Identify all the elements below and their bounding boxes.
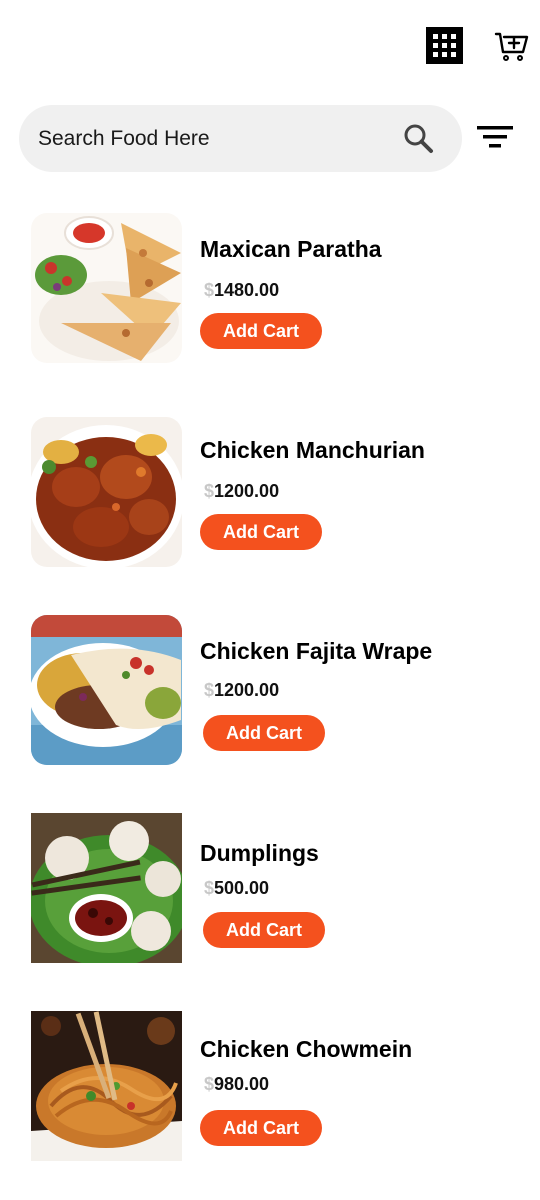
currency-symbol: $: [204, 878, 215, 898]
add-cart-button[interactable]: Add Cart: [200, 313, 322, 349]
food-price: $980.00: [204, 1074, 269, 1095]
food-price: $1480.00: [204, 280, 279, 301]
add-cart-button[interactable]: Add Cart: [200, 514, 322, 550]
food-image[interactable]: [31, 813, 182, 963]
food-name: Chicken Chowmein: [200, 1036, 413, 1062]
food-name: Chicken Manchurian: [200, 437, 425, 463]
food-image[interactable]: [31, 1011, 182, 1161]
price-value: 1200.00: [214, 481, 280, 501]
food-image[interactable]: [31, 213, 182, 363]
food-image[interactable]: [31, 615, 182, 765]
price-value: 980.00: [214, 1074, 270, 1094]
add-cart-button[interactable]: Add Cart: [203, 912, 325, 948]
food-list: Maxican Paratha $1480.00 Add Cart Chicke…: [0, 0, 540, 1200]
food-price: $1200.00: [204, 680, 279, 701]
food-price: $1200.00: [204, 481, 279, 502]
currency-symbol: $: [204, 680, 215, 700]
price-value: 1200.00: [214, 680, 280, 700]
food-name: Maxican Paratha: [200, 236, 382, 262]
currency-symbol: $: [204, 481, 215, 501]
food-name: Dumplings: [200, 840, 319, 866]
add-cart-button[interactable]: Add Cart: [203, 715, 325, 751]
add-cart-button[interactable]: Add Cart: [200, 1110, 322, 1146]
food-item: Dumplings $500.00 Add Cart: [0, 813, 540, 973]
food-item: Chicken Chowmein $980.00 Add Cart: [0, 1011, 540, 1171]
food-image[interactable]: [31, 417, 182, 567]
food-item: Chicken Manchurian $1200.00 Add Cart: [0, 417, 540, 577]
food-price: $500.00: [204, 878, 269, 899]
currency-symbol: $: [204, 1074, 215, 1094]
currency-symbol: $: [204, 280, 215, 300]
food-name: Chicken Fajita Wrape: [200, 638, 433, 664]
food-item: Chicken Fajita Wrape $1200.00 Add Cart: [0, 615, 540, 775]
price-value: 1480.00: [214, 280, 280, 300]
price-value: 500.00: [214, 878, 270, 898]
food-item: Maxican Paratha $1480.00 Add Cart: [0, 213, 540, 373]
